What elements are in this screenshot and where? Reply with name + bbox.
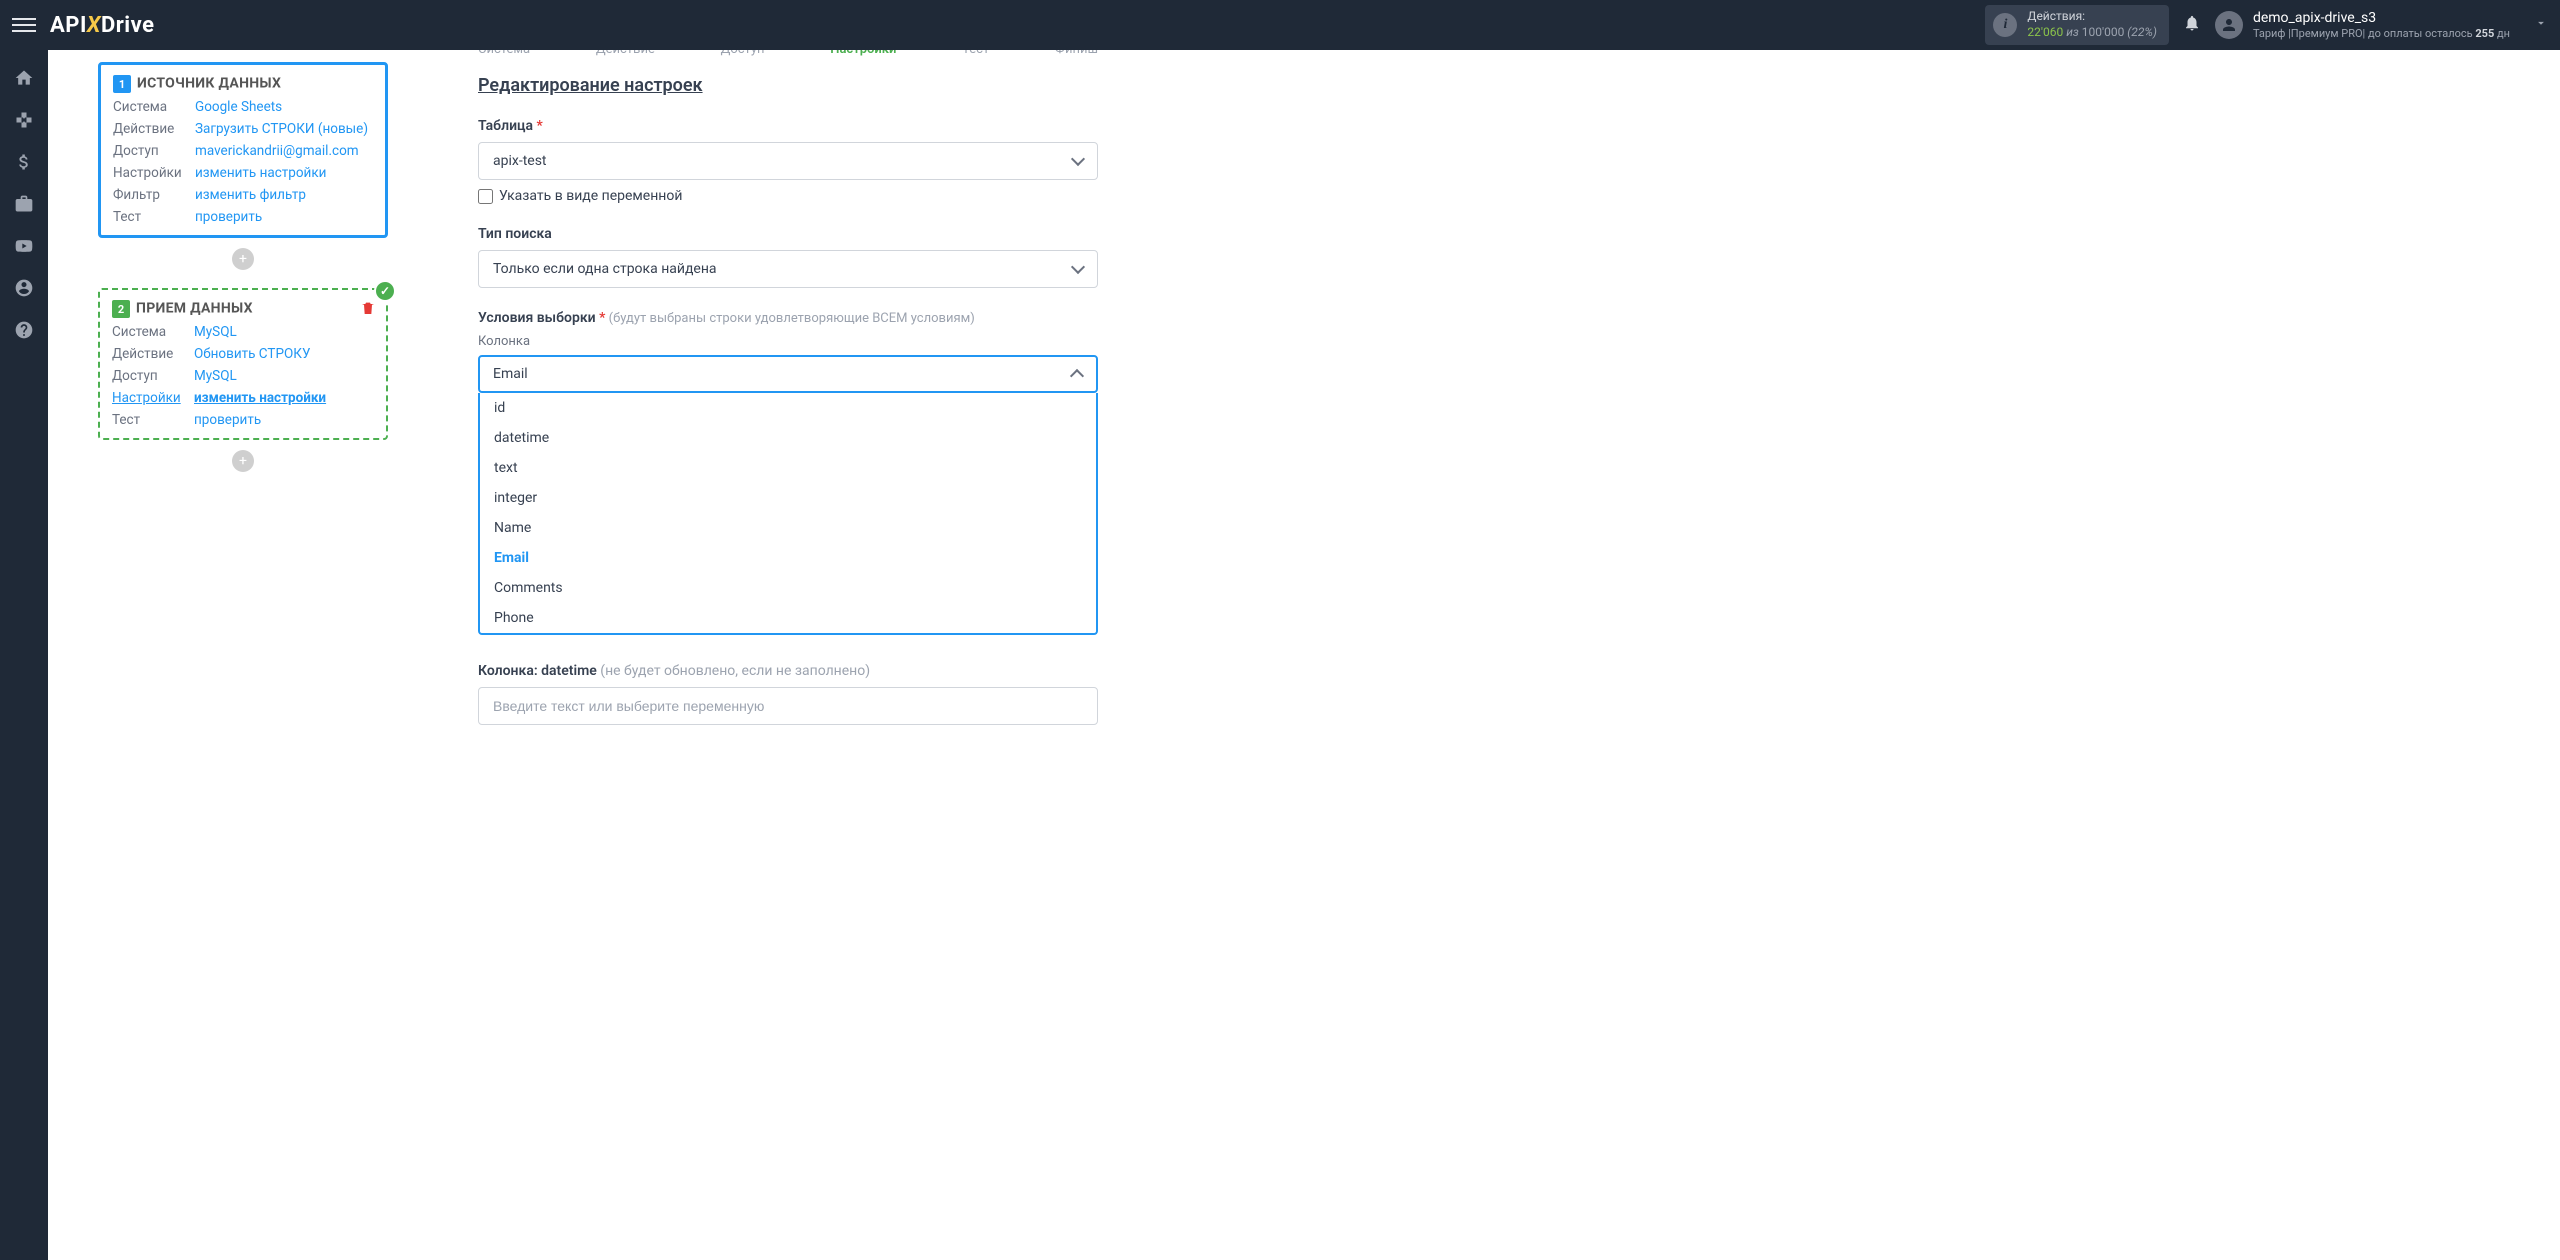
- dest-system-value[interactable]: MySQL: [194, 324, 237, 340]
- form-title: Редактирование настроек: [478, 75, 1098, 96]
- dest-action-value[interactable]: Обновить СТРОКУ: [194, 346, 310, 362]
- table-select[interactable]: apix-test: [478, 142, 1098, 180]
- column-sublabel: Колонка: [478, 334, 1098, 349]
- app-header: APIXDrive i Действия: 22'060 из 100'000 …: [0, 0, 2560, 50]
- step-finish[interactable]: Финиш: [1055, 50, 1098, 57]
- search-type-select[interactable]: Только если одна строка найдена: [478, 250, 1098, 288]
- username: demo_apix-drive_s3: [2253, 9, 2510, 27]
- logo-api: API: [50, 13, 87, 38]
- column-option[interactable]: Comments: [480, 573, 1096, 603]
- connections-icon[interactable]: [14, 110, 34, 130]
- column-dropdown[interactable]: iddatetimetextintegerNameEmailCommentsPh…: [478, 393, 1098, 635]
- source-badge: 1: [113, 75, 131, 93]
- source-access-label: Доступ: [113, 143, 195, 159]
- table-label: Таблица *: [478, 118, 1098, 134]
- user-icon[interactable]: [14, 278, 34, 298]
- step-access[interactable]: Доступ: [721, 50, 765, 57]
- source-action-value[interactable]: Загрузить СТРОКИ (новые): [195, 121, 368, 137]
- check-icon: [374, 280, 396, 302]
- actions-pct: (22%): [2124, 25, 2157, 39]
- step-settings[interactable]: Настройки: [830, 50, 896, 57]
- actions-total: 100'000: [2082, 25, 2125, 39]
- as-variable-input[interactable]: [478, 189, 493, 204]
- delete-icon[interactable]: [360, 300, 376, 320]
- source-filter-value[interactable]: изменить фильтр: [195, 187, 306, 203]
- dest-access-label: Доступ: [112, 368, 194, 384]
- help-icon[interactable]: [14, 320, 34, 340]
- dest-test-label: Тест: [112, 412, 194, 428]
- source-card[interactable]: 1 ИСТОЧНИК ДАННЫХ СистемаGoogle Sheets Де…: [98, 62, 388, 238]
- actions-counter[interactable]: i Действия: 22'060 из 100'000 (22%): [1985, 5, 2169, 44]
- column-option[interactable]: integer: [480, 483, 1096, 513]
- source-test-value[interactable]: проверить: [195, 209, 262, 225]
- dest-action-label: Действие: [112, 346, 194, 362]
- column-option[interactable]: Name: [480, 513, 1096, 543]
- main-content: Система Действие Доступ Настройки Тест Ф…: [438, 50, 2560, 1260]
- video-icon[interactable]: [14, 236, 34, 256]
- column-option[interactable]: id: [480, 393, 1096, 423]
- dest-settings-value[interactable]: изменить настройки: [194, 390, 326, 406]
- dest-test-value[interactable]: проверить: [194, 412, 261, 428]
- briefcase-icon[interactable]: [14, 194, 34, 214]
- source-filter-label: Фильтр: [113, 187, 195, 203]
- step-action[interactable]: Действие: [596, 50, 655, 57]
- logo-x: X: [87, 13, 101, 38]
- as-variable-label: Указать в виде переменной: [499, 188, 682, 204]
- tariff-suffix: дн: [2494, 27, 2510, 40]
- step-test[interactable]: Тест: [962, 50, 989, 57]
- tariff-days: 255: [2475, 27, 2494, 40]
- source-settings-label: Настройки: [113, 165, 195, 181]
- dest-system-label: Система: [112, 324, 194, 340]
- home-icon[interactable]: [14, 68, 34, 88]
- info-icon: i: [1993, 13, 2017, 37]
- add-after-button[interactable]: +: [232, 450, 254, 472]
- logo-drive: Drive: [101, 13, 155, 38]
- pipeline-sidebar: 1ИСТОЧНИК ДАННЫХ СистемаGoogle Sheets Де…: [48, 50, 438, 1260]
- logo[interactable]: APIXDrive: [50, 13, 155, 38]
- billing-icon[interactable]: [14, 152, 34, 172]
- actions-of: из: [2063, 25, 2082, 39]
- source-system-label: Система: [113, 99, 195, 115]
- conditions-label: Условия выборки * (будут выбраны строки …: [478, 310, 1098, 326]
- source-title: ИСТОЧНИК ДАННЫХ: [137, 76, 281, 92]
- user-text: demo_apix-drive_s3 Тариф |Премиум PRO| д…: [2253, 9, 2510, 41]
- chevron-down-icon: [2534, 16, 2548, 34]
- column-option[interactable]: Email: [480, 543, 1096, 573]
- dest-badge: 2: [112, 300, 130, 318]
- nav-rail: [0, 50, 48, 1260]
- actions-text: Действия: 22'060 из 100'000 (22%): [2027, 9, 2157, 40]
- add-between-button[interactable]: +: [232, 248, 254, 270]
- source-settings-value[interactable]: изменить настройки: [195, 165, 326, 181]
- wizard-steps: Система Действие Доступ Настройки Тест Ф…: [478, 50, 1098, 57]
- column-option[interactable]: datetime: [480, 423, 1096, 453]
- column-select[interactable]: Email: [478, 355, 1098, 393]
- step-system[interactable]: Система: [478, 50, 530, 57]
- source-system-value[interactable]: Google Sheets: [195, 99, 282, 115]
- dest-settings-label: Настройки: [112, 390, 194, 406]
- user-menu[interactable]: demo_apix-drive_s3 Тариф |Премиум PRO| д…: [2215, 9, 2548, 41]
- source-test-label: Тест: [113, 209, 195, 225]
- dest-access-value[interactable]: MySQL: [194, 368, 237, 384]
- col-datetime-input[interactable]: [478, 687, 1098, 725]
- source-action-label: Действие: [113, 121, 195, 137]
- dest-title: ПРИЕМ ДАННЫХ: [136, 301, 253, 317]
- bell-icon[interactable]: [2183, 14, 2201, 37]
- column-option[interactable]: text: [480, 453, 1096, 483]
- col-datetime-label: Колонка: datetime (не будет обновлено, е…: [478, 663, 870, 679]
- search-type-label: Тип поиска: [478, 226, 1098, 242]
- column-option[interactable]: Phone: [480, 603, 1096, 633]
- as-variable-checkbox[interactable]: Указать в виде переменной: [478, 188, 1098, 204]
- actions-label: Действия:: [2027, 9, 2157, 25]
- avatar-icon: [2215, 11, 2243, 39]
- tariff-prefix: Тариф |Премиум PRO| до оплаты осталось: [2253, 27, 2475, 40]
- menu-icon[interactable]: [12, 13, 36, 37]
- source-access-value[interactable]: maverickandrii@gmail.com: [195, 143, 359, 159]
- actions-used: 22'060: [2027, 25, 2063, 39]
- dest-card[interactable]: 2ПРИЕМ ДАННЫХ СистемаMySQL ДействиеОбнов…: [98, 288, 388, 440]
